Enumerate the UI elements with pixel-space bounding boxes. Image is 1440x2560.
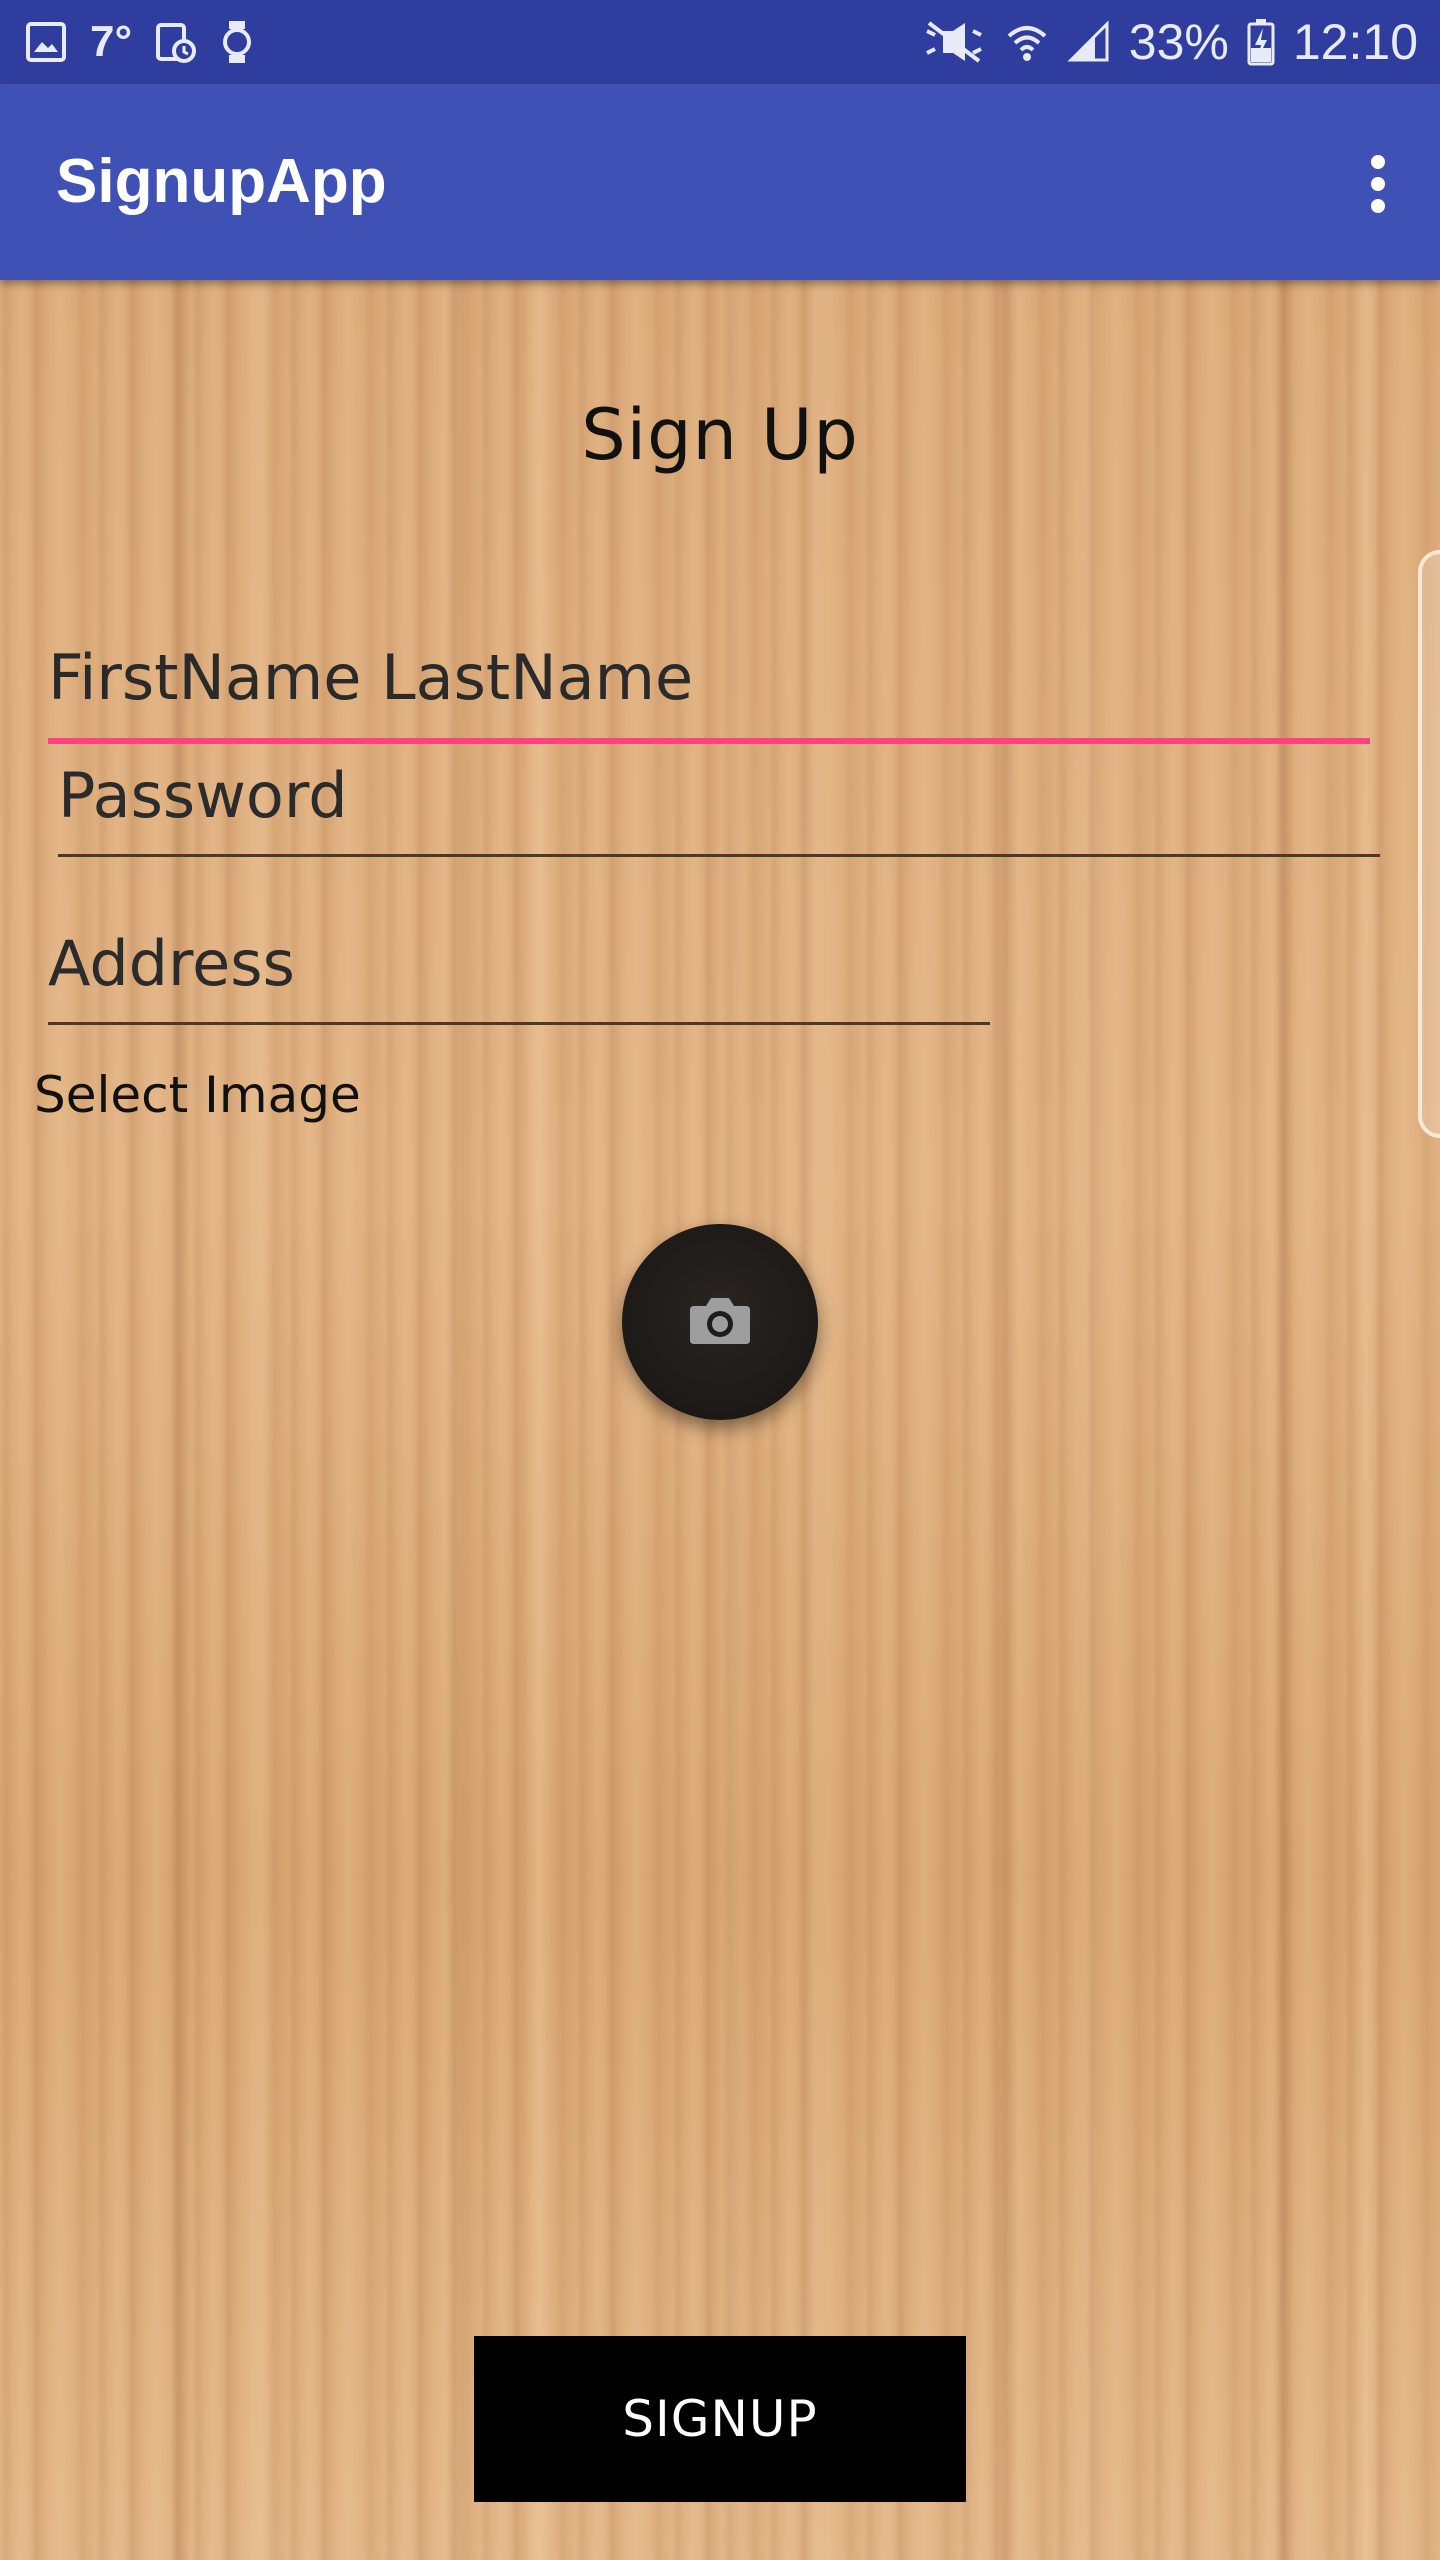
status-right-icons: 33% 12:10 [921,14,1418,70]
overflow-menu-icon[interactable] [1338,144,1418,224]
camera-button[interactable] [622,1224,818,1420]
signal-icon [1067,20,1111,64]
temperature-text: 7° [90,17,133,66]
name-field-underline [48,738,1370,744]
password-field-underline [58,854,1380,857]
status-bar: 7° 33% 12:10 [0,0,1440,84]
signup-button[interactable]: SIGNUP [474,2336,966,2502]
select-image-label: Select Image [34,1066,361,1124]
gallery-icon [24,20,68,64]
wood-background [0,280,1440,2560]
app-bar: SignupApp [0,84,1440,280]
battery-charging-icon [1247,18,1275,66]
mute-icon [921,19,987,65]
alarm-icon [154,19,198,65]
clock: 12:10 [1292,14,1418,70]
address-field[interactable]: Address [48,924,988,1004]
battery-percent: 33% [1128,14,1229,70]
status-left-icons: 7° [24,14,254,70]
app-title: SignupApp [56,147,387,216]
wifi-icon [1005,20,1049,64]
page-title: Sign Up [581,394,859,476]
password-field[interactable]: Password [58,756,1378,836]
camera-icon [688,1294,752,1350]
watch-icon [220,19,254,65]
name-field[interactable]: FirstName LastName [48,638,1368,718]
app-screen: 7° 33% 12:10 SignupApp Sign Up FirstName… [0,0,1440,2560]
edge-panel-handle[interactable] [1418,550,1440,1138]
address-field-underline [48,1022,990,1025]
